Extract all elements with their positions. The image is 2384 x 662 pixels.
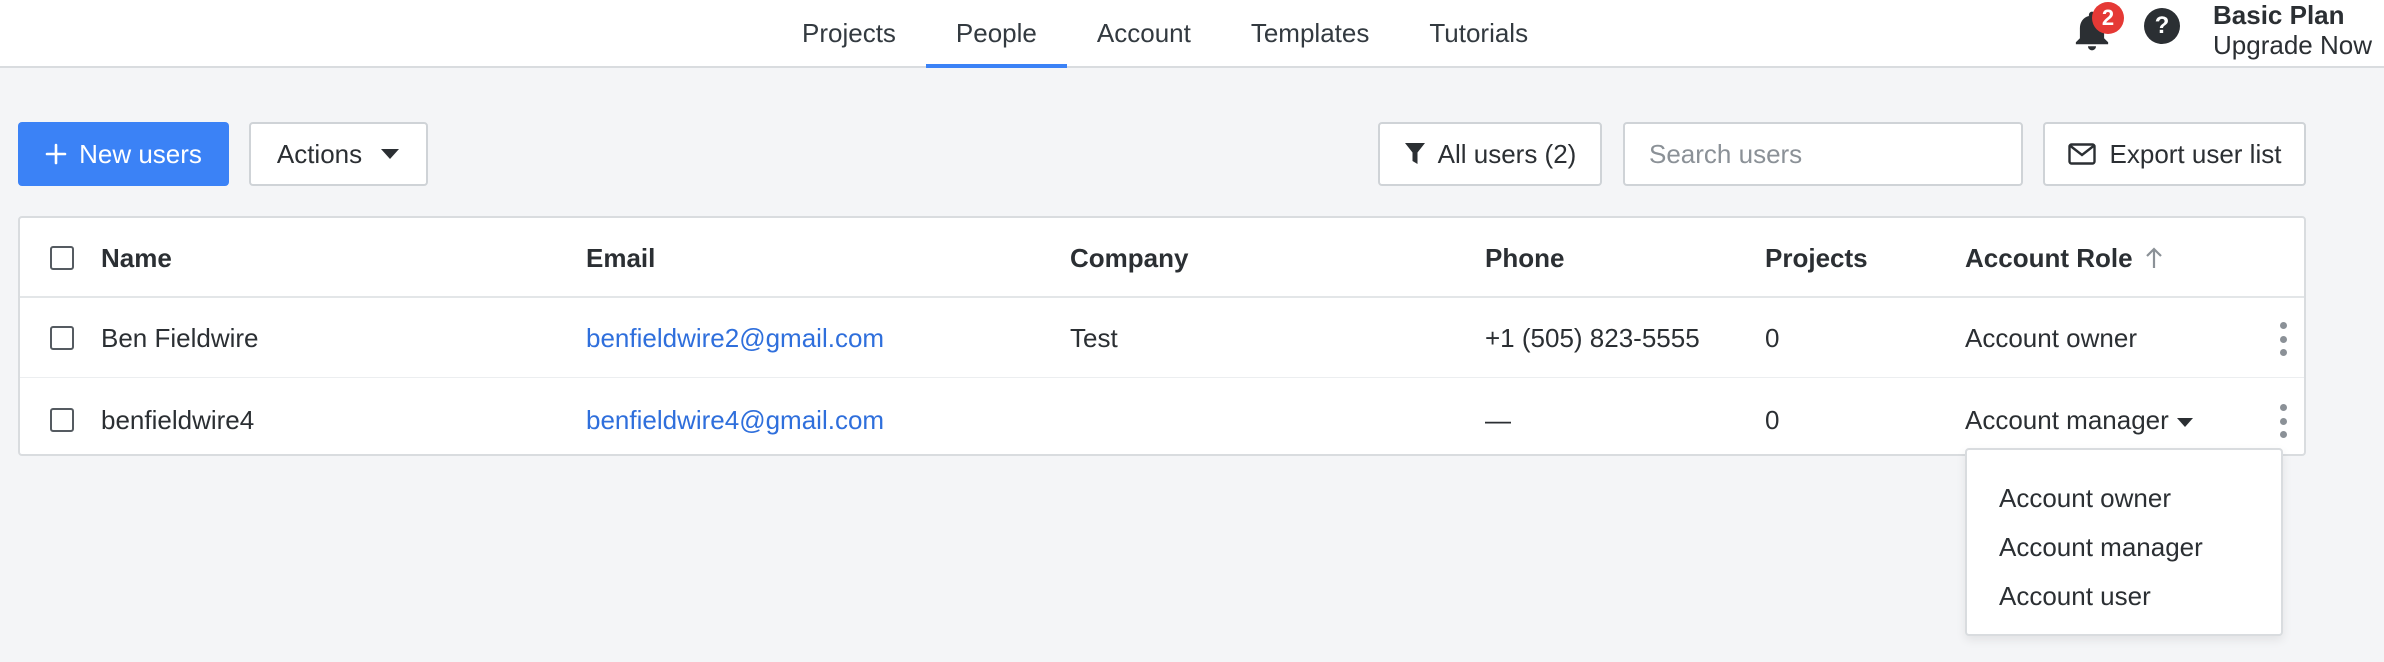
main-nav-tabs: Projects People Account Templates Tutori… [772,0,1558,66]
new-users-label: New users [79,139,202,170]
column-header-role-label: Account Role [1965,243,2133,274]
plus-icon [45,143,67,165]
user-projects-count: 0 [1765,380,1779,460]
export-label: Export user list [2110,139,2282,170]
users-table: Name Email Company Phone Projects Accoun… [18,216,2306,456]
filter-icon [1404,142,1426,166]
tab-tutorials[interactable]: Tutorials [1399,0,1558,66]
notification-count-badge: 2 [2092,2,2124,34]
column-header-name[interactable]: Name [101,218,172,298]
user-email-link[interactable]: benfieldwire4@gmail.com [586,380,884,460]
table-row: benfieldwire4 benfieldwire4@gmail.com — … [20,380,2304,460]
row-checkbox[interactable] [50,408,74,432]
caret-down-icon [380,148,400,160]
user-projects-count: 0 [1765,298,1779,378]
row-more-options-icon[interactable] [2275,322,2291,356]
search-users-input[interactable] [1623,122,2023,186]
new-users-button[interactable]: New users [18,122,229,186]
table-header-row: Name Email Company Phone Projects Accoun… [20,218,2304,298]
help-icon[interactable]: ? [2144,8,2180,44]
column-header-phone[interactable]: Phone [1485,218,1564,298]
role-option-account-owner[interactable]: Account owner [1967,474,2281,523]
row-checkbox[interactable] [50,326,74,350]
actions-label: Actions [277,139,362,170]
tab-templates[interactable]: Templates [1221,0,1400,66]
role-option-account-manager[interactable]: Account manager [1967,523,2281,572]
tab-account[interactable]: Account [1067,0,1221,66]
sort-ascending-icon[interactable] [2145,247,2163,269]
filter-label: All users (2) [1438,139,1577,170]
table-row: Ben Fieldwire benfieldwire2@gmail.com Te… [20,298,2304,378]
user-phone: +1 (505) 823-5555 [1485,298,1700,378]
top-navigation-bar: Projects People Account Templates Tutori… [0,0,2384,68]
export-user-list-button[interactable]: Export user list [2043,122,2306,186]
user-phone: — [1485,380,1511,460]
upgrade-now-link[interactable]: Upgrade Now [2213,30,2372,60]
select-all-checkbox[interactable] [50,246,74,270]
account-role-menu: Account owner Account manager Account us… [1965,448,2283,636]
column-header-account-role[interactable]: Account Role [1965,218,2163,298]
column-header-company[interactable]: Company [1070,218,1188,298]
user-email-link[interactable]: benfieldwire2@gmail.com [586,298,884,378]
envelope-icon [2068,143,2096,165]
tab-people[interactable]: People [926,0,1067,66]
column-header-projects[interactable]: Projects [1765,218,1868,298]
all-users-filter-button[interactable]: All users (2) [1378,122,1602,186]
user-company: Test [1070,298,1118,378]
user-name: Ben Fieldwire [101,298,259,378]
user-name: benfieldwire4 [101,380,254,460]
caret-down-icon [2177,418,2193,427]
tab-projects[interactable]: Projects [772,0,926,66]
role-option-account-user[interactable]: Account user [1967,572,2281,621]
actions-dropdown-button[interactable]: Actions [249,122,428,186]
account-role-dropdown-label: Account manager [1965,405,2169,436]
plan-info: Basic Plan Upgrade Now [2213,0,2372,60]
row-more-options-icon[interactable] [2275,404,2291,438]
user-account-role: Account owner [1965,298,2137,378]
plan-name: Basic Plan [2213,0,2372,30]
column-header-email[interactable]: Email [586,218,655,298]
